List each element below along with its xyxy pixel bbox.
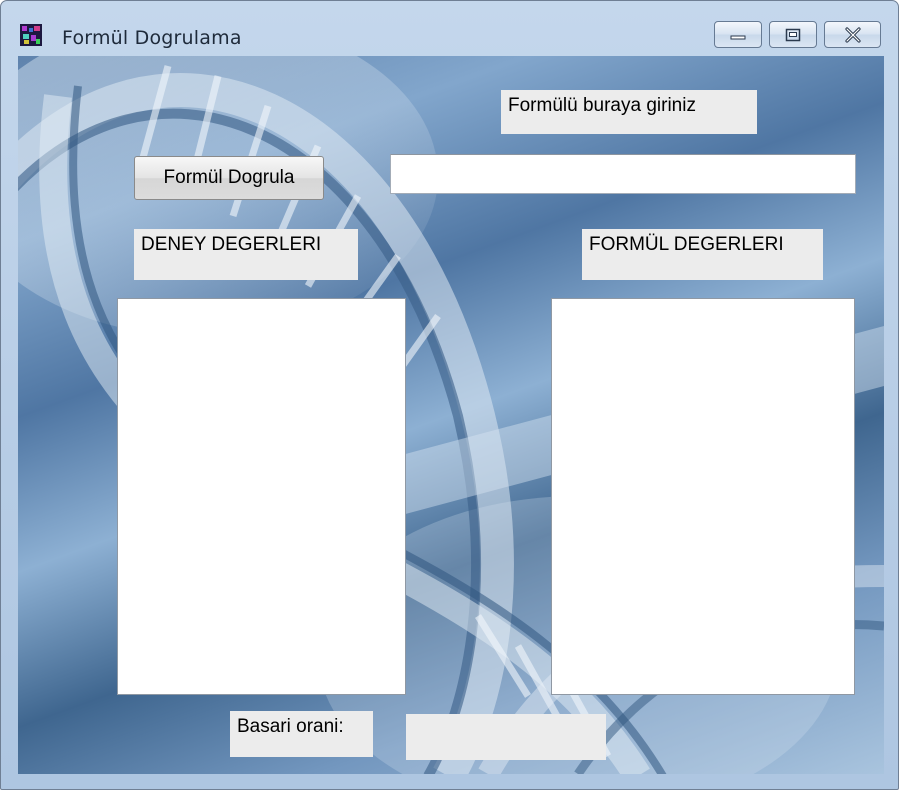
success-rate-label: Basari orani:: [230, 711, 373, 757]
close-icon: [844, 26, 861, 43]
window-title: Formül Dogrulama: [62, 27, 242, 49]
formula-input[interactable]: [390, 154, 856, 194]
verify-formula-button[interactable]: Formül Dogrula: [134, 156, 324, 200]
minimize-icon: [730, 35, 746, 39]
maximize-icon: [785, 28, 801, 41]
formula-values-list[interactable]: [551, 298, 855, 695]
close-button[interactable]: [824, 21, 881, 48]
success-rate-value: [406, 714, 606, 760]
formula-prompt-label: Formülü buraya giriniz: [501, 90, 757, 134]
app-window: Formül Dogrulama Formülü buraya giriniz …: [0, 0, 899, 790]
app-icon: [20, 24, 42, 46]
form-client-area: Formülü buraya giriniz Formül Dogrula DE…: [18, 56, 884, 774]
experiment-values-label: DENEY DEGERLERI: [134, 229, 358, 280]
maximize-button[interactable]: [769, 21, 817, 48]
formula-values-label: FORMÜL DEGERLERI: [582, 229, 823, 280]
minimize-button[interactable]: [714, 21, 762, 48]
experiment-values-list[interactable]: [117, 298, 406, 695]
title-bar[interactable]: Formül Dogrulama: [1, 1, 898, 56]
